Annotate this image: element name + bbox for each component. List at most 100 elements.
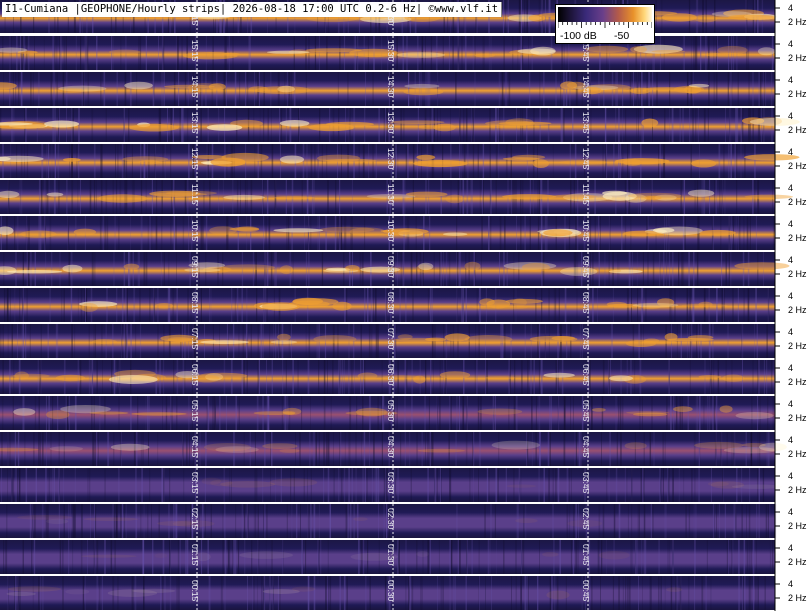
strip-separator (0, 33, 775, 36)
time-label: 13:15 (190, 112, 200, 134)
freq-tick-label: 2 Hz (788, 413, 807, 423)
time-label: 07:45 (581, 328, 591, 350)
time-label: 05:45 (581, 400, 591, 422)
freq-tick-label: 4 (788, 543, 793, 553)
time-label: 06:30 (386, 364, 396, 386)
freq-tick-label: 4 (788, 147, 793, 157)
time-label: 12:45 (581, 148, 591, 170)
time-label: 11:45 (581, 184, 591, 205)
freq-tick-label: 2 Hz (788, 377, 807, 387)
freq-tick-label: 4 (788, 3, 793, 13)
freq-tick-label: 2 Hz (788, 593, 807, 603)
strip-separator (0, 502, 775, 504)
time-label: 07:30 (386, 328, 396, 350)
colorbar: -100 dB -50 (555, 4, 655, 44)
freq-tick-label: 2 Hz (788, 233, 807, 243)
time-label: 07:15 (190, 328, 200, 350)
time-label: 04:15 (190, 436, 200, 458)
freq-tick-label: 4 (788, 75, 793, 85)
time-label: 15:15 (190, 40, 200, 62)
time-label: 08:15 (190, 292, 200, 314)
time-label: 08:45 (581, 292, 591, 314)
strip-separator (0, 430, 775, 432)
strip-separator (0, 322, 775, 324)
time-label: 03:15 (190, 472, 200, 494)
time-label: 09:30 (386, 256, 396, 278)
strip-separator (0, 142, 775, 144)
strip-separator (0, 70, 775, 72)
time-label: 12:30 (386, 148, 396, 170)
colorbar-ticks (558, 22, 652, 28)
strip-separator (0, 178, 775, 180)
freq-tick-label: 2 Hz (788, 521, 807, 531)
time-label: 00:30 (386, 580, 396, 602)
freq-tick-label: 4 (788, 435, 793, 445)
time-label: 11:30 (386, 184, 396, 205)
strip-separator (0, 250, 775, 252)
time-label: 11:15 (190, 184, 200, 205)
freq-tick-label: 2 Hz (788, 53, 807, 63)
freq-tick-label: 4 (788, 219, 793, 229)
time-label: 01:45 (581, 544, 591, 566)
spectrogram-chart: 16:1516:3016:4515:1515:3015:4514:1514:30… (0, 0, 807, 611)
time-label: 00:45 (581, 580, 591, 602)
strip-separator (0, 574, 775, 576)
freq-tick-label: 4 (788, 507, 793, 517)
freq-tick-label: 4 (788, 183, 793, 193)
freq-tick-label: 4 (788, 471, 793, 481)
time-label: 14:15 (190, 76, 200, 98)
freq-tick-label: 2 Hz (788, 341, 807, 351)
freq-tick-label: 2 Hz (788, 89, 807, 99)
freq-tick-label: 4 (788, 363, 793, 373)
strip-separator (0, 286, 775, 288)
freq-tick-label: 4 (788, 291, 793, 301)
freq-tick-label: 4 (788, 111, 793, 121)
time-label: 09:15 (190, 256, 200, 278)
time-label: 14:45 (581, 76, 591, 98)
freq-tick-label: 2 Hz (788, 17, 807, 27)
time-label: 03:30 (386, 472, 396, 494)
time-label: 05:15 (190, 400, 200, 422)
freq-tick-label: 4 (788, 579, 793, 589)
time-label: 13:45 (581, 112, 591, 134)
time-label: 06:15 (190, 364, 200, 386)
time-label: 04:45 (581, 436, 591, 458)
time-label: 00:15 (190, 580, 200, 602)
time-label: 02:45 (581, 508, 591, 530)
freq-tick-label: 4 (788, 327, 793, 337)
freq-tick-label: 2 Hz (788, 269, 807, 279)
time-label: 08:30 (386, 292, 396, 314)
time-label: 02:15 (190, 508, 200, 530)
strip-separator (0, 358, 775, 360)
freq-tick-label: 4 (788, 399, 793, 409)
time-label: 14:30 (386, 76, 396, 98)
time-label: 05:30 (386, 400, 396, 422)
freq-tick-label: 2 Hz (788, 485, 807, 495)
freq-tick-label: 2 Hz (788, 197, 807, 207)
freq-tick-label: 4 (788, 255, 793, 265)
time-label: 02:30 (386, 508, 396, 530)
frequency-axis: 4 2 Hz 4 2 Hz 4 2 Hz 4 2 Hz 4 2 Hz 4 2 Hz 4 2 Hz 4 2 Hz… (774, 0, 807, 611)
time-label: 01:15 (190, 544, 200, 566)
freq-tick-label: 2 Hz (788, 449, 807, 459)
strip-separator (0, 466, 775, 468)
time-label: 15:30 (386, 40, 396, 62)
time-label: 13:30 (386, 112, 396, 134)
freq-tick-label: 2 Hz (788, 305, 807, 315)
freq-tick-label: 2 Hz (788, 161, 807, 171)
colorbar-gradient (558, 7, 652, 22)
freq-tick-label: 2 Hz (788, 557, 807, 567)
time-label: 10:15 (190, 220, 200, 242)
chart-title: I1-Cumiana |GEOPHONE/Hourly strips| 2026… (2, 2, 503, 17)
time-label: 12:15 (190, 148, 200, 170)
time-label: 03:45 (581, 472, 591, 494)
time-label: 01:30 (386, 544, 396, 566)
strip-separator (0, 106, 775, 108)
time-label: 09:45 (581, 256, 591, 278)
spectrogram-strips (0, 0, 800, 611)
colorbar-mid-label: -50 (614, 30, 630, 42)
time-label: 10:30 (386, 220, 396, 242)
strip-separator (0, 394, 775, 396)
time-label: 04:30 (386, 436, 396, 458)
strip-separator (0, 214, 775, 216)
